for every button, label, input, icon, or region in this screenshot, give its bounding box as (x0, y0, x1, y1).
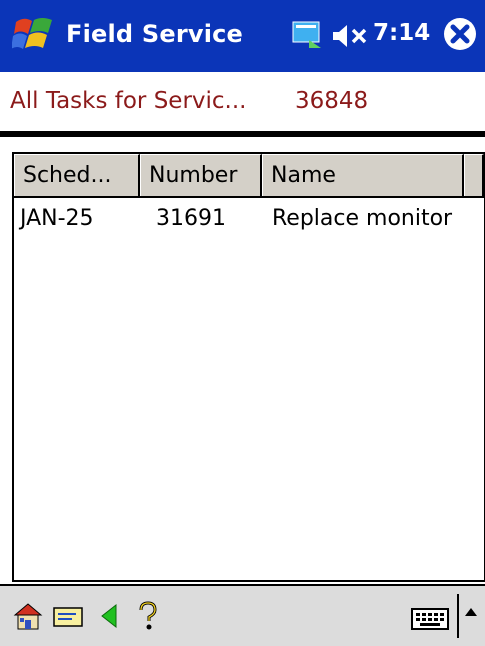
column-header-row: Sched... Number Name (14, 154, 484, 198)
bottom-toolbar (0, 584, 485, 646)
sip-up-arrow-icon[interactable] (463, 604, 479, 620)
close-icon[interactable] (442, 16, 478, 52)
message-icon[interactable] (52, 600, 84, 632)
windows-start-icon[interactable] (12, 12, 58, 58)
header-label: All Tasks for Servic... (10, 88, 247, 114)
app-title: Field Service (66, 20, 244, 48)
back-arrow-icon[interactable] (94, 600, 126, 632)
header-divider (0, 131, 485, 137)
tasks-list[interactable]: Sched... Number Name JAN-25 31691 Replac… (12, 152, 485, 582)
tasks-header: All Tasks for Servic... 36848 (0, 72, 485, 132)
speaker-muted-icon[interactable] (331, 22, 373, 50)
column-header-name[interactable]: Name (262, 154, 464, 196)
home-icon[interactable] (12, 600, 44, 632)
cell-sched: JAN-25 (20, 206, 94, 231)
header-border (14, 196, 484, 198)
help-icon[interactable] (132, 600, 164, 632)
column-header-number[interactable]: Number (140, 154, 262, 196)
table-row[interactable]: JAN-25 31691 Replace monitor (14, 206, 484, 238)
keyboard-icon[interactable] (411, 608, 449, 630)
connectivity-icon[interactable] (291, 18, 325, 52)
cell-name: Replace monitor (272, 206, 453, 231)
clock[interactable]: 7:14 (373, 20, 430, 46)
service-request-number: 36848 (295, 88, 369, 114)
cell-number: 31691 (156, 206, 226, 231)
column-header-sched[interactable]: Sched... (14, 154, 140, 196)
sip-separator (457, 594, 459, 638)
title-bar: Field Service 7:14 (0, 0, 485, 74)
column-header-filler (464, 154, 484, 196)
